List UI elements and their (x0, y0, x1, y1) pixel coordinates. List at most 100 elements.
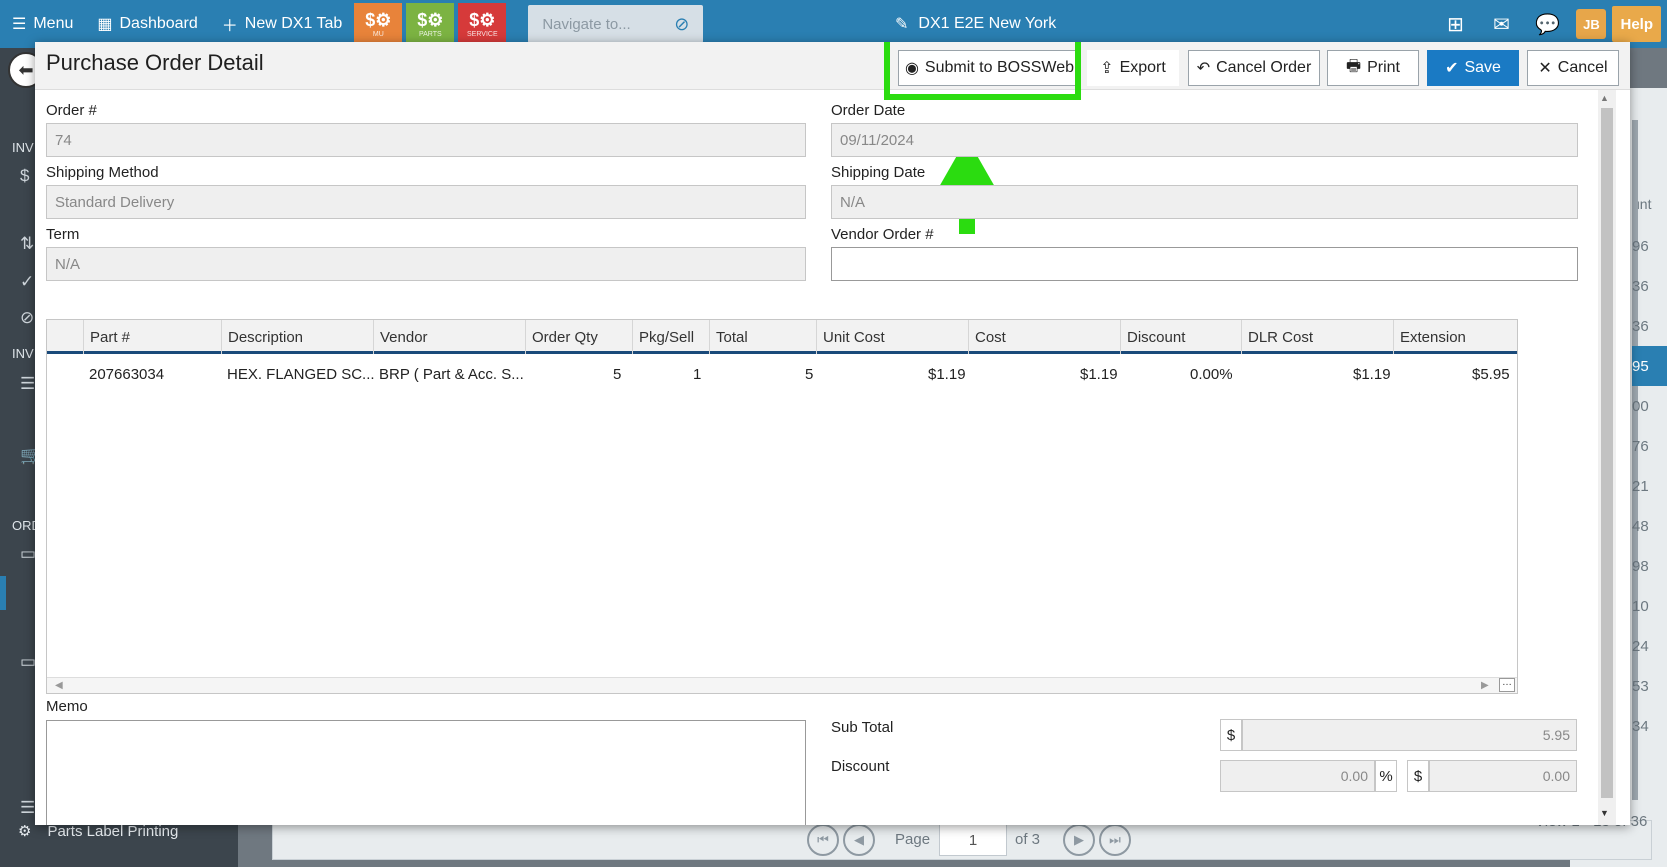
grid-header: Part # Description Vendor Order Qty Pkg/… (47, 320, 1517, 354)
scroll-left-icon[interactable]: ◀ (55, 680, 63, 691)
column-header[interactable]: Discount (1120, 320, 1241, 354)
column-header[interactable]: Order Qty (525, 320, 632, 354)
term-field: N/A (46, 247, 806, 281)
grid-cell: 48 (1632, 517, 1649, 535)
cell-pkg-sell: 1 (693, 366, 702, 383)
scroll-up-icon[interactable]: ▲ (1600, 93, 1609, 103)
page-count: of 3 (1015, 831, 1041, 848)
order-number-field: 74 (46, 123, 806, 157)
scroll-down-icon[interactable]: ▼ (1600, 808, 1609, 818)
column-header[interactable]: Extension (1393, 320, 1517, 354)
vendor-order-label: Vendor Order # (831, 226, 934, 243)
active-indicator (0, 576, 6, 610)
column-header[interactable]: DLR Cost (1241, 320, 1393, 354)
highlight-box (884, 42, 1081, 100)
service-tile[interactable]: $⚙ SERVICE (458, 3, 507, 45)
cell-discount: 0.00% (1190, 366, 1233, 383)
modal-scrollbar[interactable]: ▲ ▼ (1598, 90, 1616, 825)
hamburger-icon: ☰ (12, 16, 27, 33)
cell-part: 207663034 (89, 366, 165, 383)
parts-tile-label: PARTS (418, 31, 442, 38)
subtotal-currency: $ (1220, 719, 1242, 751)
user-avatar[interactable]: JB (1576, 9, 1607, 39)
column-header[interactable]: Part # (83, 320, 221, 354)
help-button[interactable]: Help (1612, 6, 1661, 42)
cell-extension: $5.95 (1472, 366, 1510, 383)
chat-icon[interactable]: 💬 (1524, 0, 1570, 48)
list-icon[interactable]: ☰ (20, 374, 35, 394)
grid-cell: 96 (1632, 237, 1649, 255)
modal-title: Purchase Order Detail (46, 50, 264, 75)
store-name: DX1 E2E New York (918, 15, 1057, 32)
parts-tile[interactable]: $⚙ PARTS (406, 3, 455, 45)
vendor-order-field[interactable] (831, 247, 1578, 281)
dollar-icon[interactable]: $ (20, 166, 29, 186)
save-button[interactable]: ✔ Save (1427, 50, 1519, 86)
service-tile-label: SERVICE (467, 31, 498, 38)
order-icon[interactable]: ▭ (20, 544, 36, 564)
export-label: Export (1119, 59, 1166, 76)
sidebar-section-label: INV (12, 346, 34, 361)
dollar-gear-icon: $⚙ (417, 10, 444, 30)
first-page-icon[interactable]: ⏮ (807, 824, 839, 856)
export-button[interactable]: ⇪ Export (1087, 50, 1179, 86)
dashboard-button[interactable]: ▦ Dashboard (85, 0, 209, 48)
check-icon: ✔ (1445, 60, 1459, 77)
mu-tile-label: MU (372, 31, 384, 38)
more-icon[interactable]: … (1499, 678, 1515, 692)
print-button[interactable]: 🖶 Print (1327, 50, 1419, 86)
parts-grid: Part # Description Vendor Order Qty Pkg/… (46, 319, 1518, 694)
list-icon[interactable]: ☰ (20, 798, 35, 818)
scroll-right-icon[interactable]: ▶ (1481, 680, 1489, 691)
menu-button[interactable]: ☰ Menu (0, 0, 85, 48)
cancel-label: Cancel (1557, 59, 1608, 76)
term-label: Term (46, 226, 80, 243)
last-page-icon[interactable]: ⏭ (1099, 824, 1131, 856)
undo-icon: ↶ (1196, 60, 1211, 77)
cancel-order-button[interactable]: ↶ Cancel Order (1188, 50, 1320, 86)
discount-percent-field[interactable]: 0.00 (1220, 760, 1375, 792)
new-tab-button[interactable]: ＋ New DX1 Tab (210, 0, 355, 48)
dashboard-grid-icon: ▦ (97, 16, 113, 33)
grid-cell: 53 (1632, 677, 1649, 695)
subtotal-field: 5.95 (1242, 719, 1577, 751)
prev-page-icon[interactable]: ◀ (843, 824, 875, 856)
store-selector[interactable]: ✎ DX1 E2E New York (895, 0, 1056, 48)
column-header[interactable]: Vendor (373, 320, 525, 354)
plus-icon: ＋ (221, 18, 238, 35)
receive-icon[interactable]: ▭ (20, 652, 36, 672)
memo-field[interactable] (46, 720, 806, 825)
shipping-method-field: Standard Delivery (46, 185, 806, 219)
new-tab-label: New DX1 Tab (244, 15, 343, 32)
column-header[interactable]: Cost (968, 320, 1120, 354)
column-header[interactable]: Total (709, 320, 816, 354)
mail-icon[interactable]: ✉ (1478, 0, 1524, 48)
grid-cell: 95 (1632, 346, 1667, 386)
sidebar-section-label: INV (12, 140, 34, 155)
cancel-button[interactable]: ✕ Cancel (1527, 50, 1619, 86)
column-header[interactable]: Pkg/Sell (632, 320, 709, 354)
discount-amount-field[interactable]: 0.00 (1429, 760, 1577, 792)
sitemap-icon[interactable]: ⊞ (1432, 0, 1478, 48)
column-header[interactable]: Description (221, 320, 373, 354)
compass-icon: ⊘ (674, 13, 690, 34)
mu-tile[interactable]: $⚙ MU (354, 3, 403, 45)
transfer-icon[interactable]: ⇅ (20, 234, 34, 254)
cell-dlr-cost: $1.19 (1353, 366, 1391, 383)
sidebar-item-label: Parts Label Printing (47, 822, 179, 840)
cell-cost: $1.19 (1080, 366, 1118, 383)
grid-cell: 21 (1632, 477, 1649, 495)
grid-cell: 10 (1632, 597, 1649, 615)
discount-label: Discount (831, 758, 890, 775)
menu-label: Menu (33, 15, 74, 32)
page-input[interactable]: 1 (939, 824, 1007, 856)
scrollbar-thumb[interactable] (1601, 108, 1613, 798)
discount-currency: $ (1407, 760, 1429, 792)
column-header[interactable]: Unit Cost (816, 320, 968, 354)
cancel-order-label: Cancel Order (1216, 59, 1312, 76)
navigate-input[interactable]: Navigate to... ⊘ (528, 5, 704, 43)
grid-horizontal-scrollbar[interactable]: ◀ ▶ … (47, 677, 1517, 693)
block-icon[interactable]: ⊘ (20, 308, 34, 328)
check-icon[interactable]: ✓ (20, 272, 34, 292)
next-page-icon[interactable]: ▶ (1063, 824, 1095, 856)
